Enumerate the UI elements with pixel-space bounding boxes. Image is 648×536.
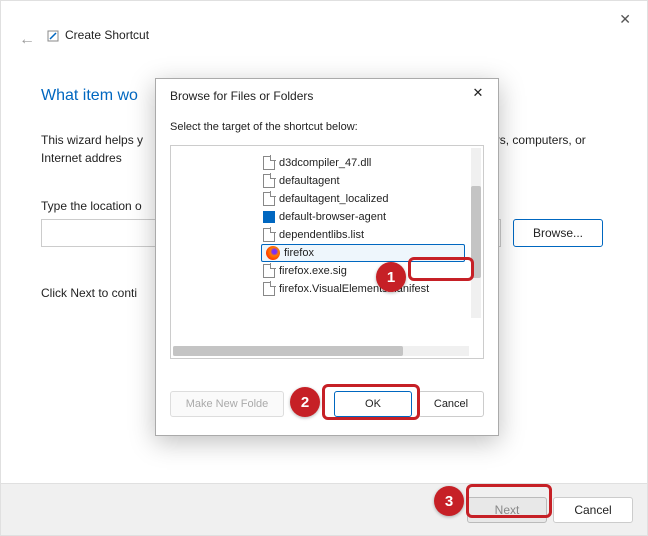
shortcut-icon bbox=[47, 29, 59, 41]
file-row: default-browser-agent bbox=[261, 208, 465, 226]
next-button[interactable]: Next bbox=[467, 497, 547, 523]
file-row: dependentlibs.list bbox=[261, 226, 465, 244]
close-icon[interactable]: ✕ bbox=[619, 11, 631, 28]
scrollbar-vertical-thumb[interactable] bbox=[471, 186, 481, 278]
file-icon bbox=[263, 282, 275, 296]
browse-button[interactable]: Browse... bbox=[513, 219, 603, 247]
make-new-folder-button: Make New Folde bbox=[170, 391, 284, 417]
dialog-title: Browse for Files or Folders bbox=[170, 89, 313, 103]
ok-button[interactable]: OK bbox=[334, 391, 412, 417]
file-row-selected: firefox bbox=[261, 244, 465, 262]
file-row: defaultagent_localized bbox=[261, 190, 465, 208]
annotation-badge-1: 1 bbox=[376, 262, 406, 292]
browse-dialog: Browse for Files or Folders ✕ Select the… bbox=[155, 78, 499, 436]
file-tree[interactable]: d3dcompiler_47.dll defaultagent defaulta… bbox=[170, 145, 484, 359]
file-icon bbox=[263, 156, 275, 170]
dialog-cancel-button[interactable]: Cancel bbox=[418, 391, 484, 417]
cancel-button[interactable]: Cancel bbox=[553, 497, 633, 523]
file-icon bbox=[263, 174, 275, 188]
annotation-badge-3: 3 bbox=[434, 486, 464, 516]
firefox-icon bbox=[266, 246, 280, 260]
file-row: firefox.exe.sig bbox=[261, 262, 465, 280]
file-icon bbox=[263, 264, 275, 278]
page-title: Create Shortcut bbox=[65, 28, 149, 42]
scrollbar-horizontal-thumb[interactable] bbox=[173, 346, 403, 356]
intro-part-1: This wizard helps y bbox=[41, 133, 143, 147]
annotation-badge-2: 2 bbox=[290, 387, 320, 417]
wizard-heading: What item wo bbox=[41, 87, 138, 105]
dialog-subtitle: Select the target of the shortcut below: bbox=[170, 121, 358, 133]
continue-hint: Click Next to conti bbox=[41, 286, 137, 300]
file-row: firefox.VisualElementsManifest bbox=[261, 280, 465, 298]
app-icon bbox=[263, 211, 275, 223]
dialog-close-icon[interactable]: ✕ bbox=[468, 85, 488, 101]
file-icon bbox=[263, 228, 275, 242]
location-label: Type the location o bbox=[41, 199, 142, 213]
back-icon[interactable]: ← bbox=[19, 31, 35, 49]
wizard-footer: Next Cancel bbox=[1, 483, 647, 535]
file-row: defaultagent bbox=[261, 172, 465, 190]
file-icon bbox=[263, 192, 275, 206]
file-row: d3dcompiler_47.dll bbox=[261, 154, 465, 172]
